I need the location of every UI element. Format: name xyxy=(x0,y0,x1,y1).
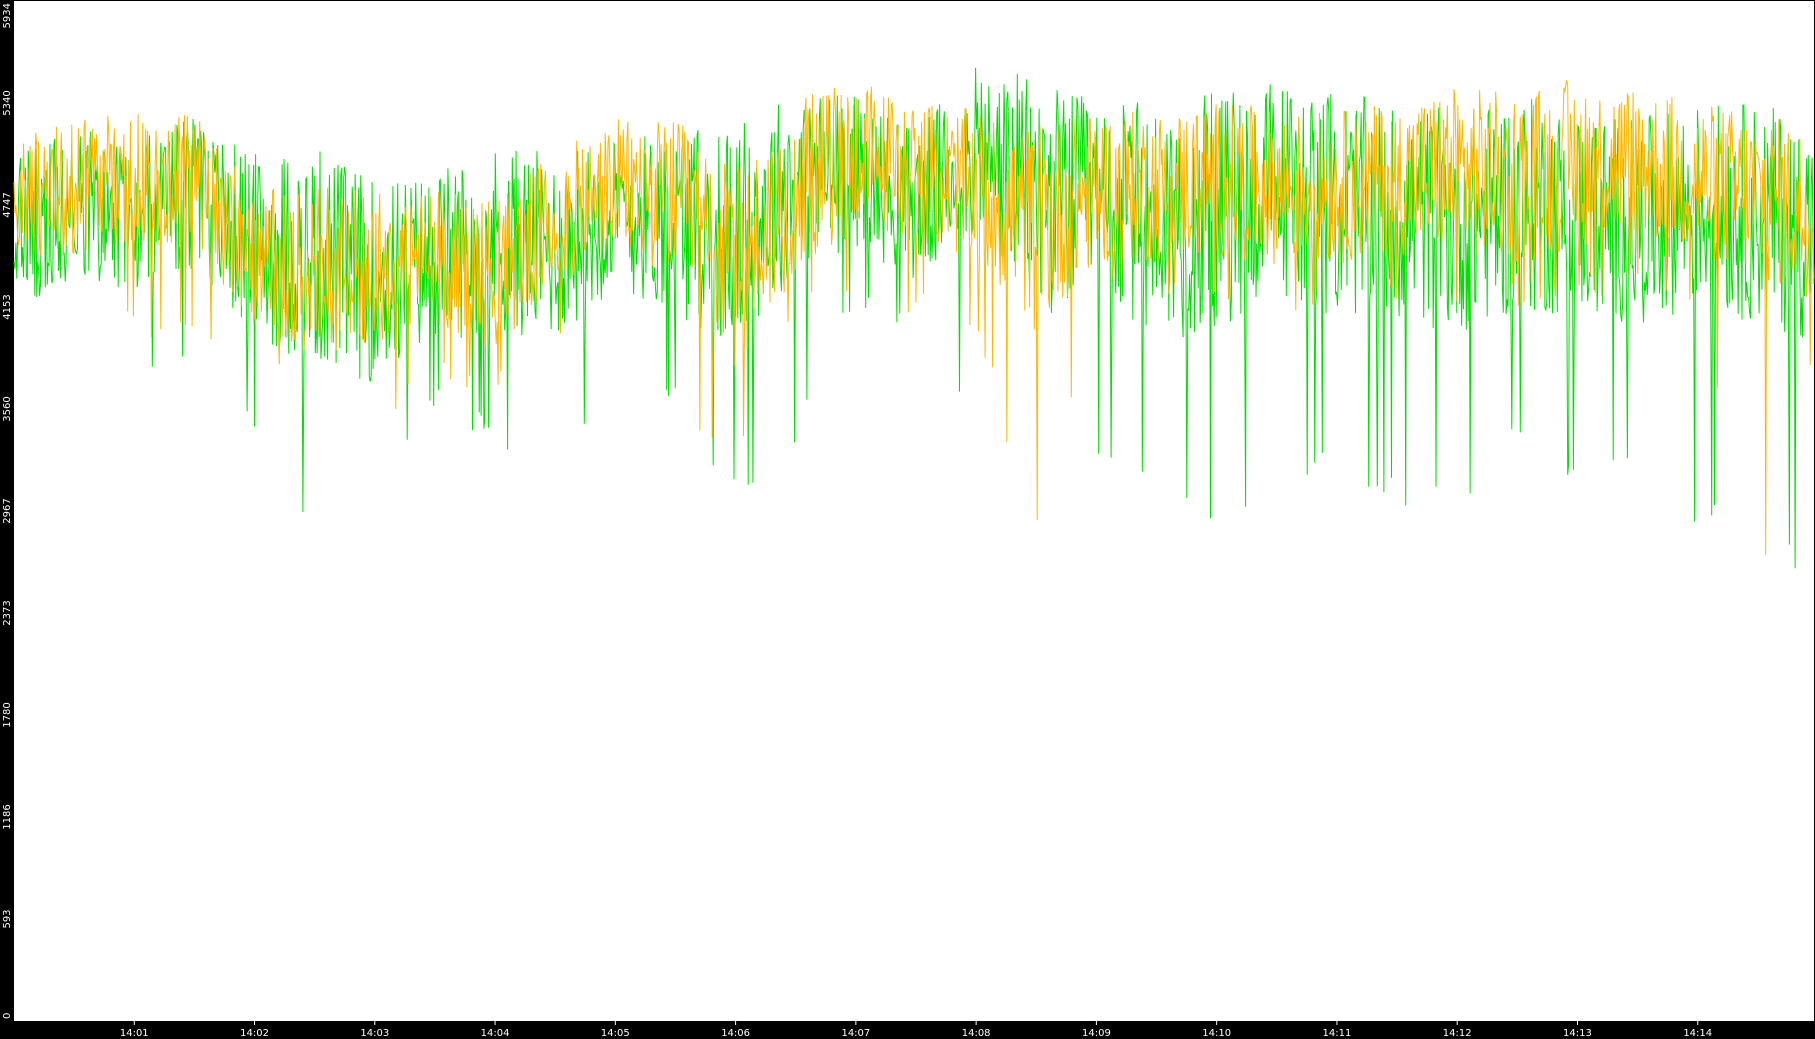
x-tick-label: 14:03 xyxy=(360,1028,389,1039)
y-tick-label: 5934 xyxy=(2,3,13,28)
chart: 0 593 1186 1780 2373 2967 3560 4153 4747 5340 5934… xyxy=(0,0,1815,1039)
x-tick-label: 14:07 xyxy=(841,1028,870,1039)
x-tick-label: 14:14 xyxy=(1683,1028,1712,1039)
y-tick-label: 1780 xyxy=(2,702,13,727)
x-tick-label: 14:05 xyxy=(601,1028,630,1039)
x-axis: 14:01 14:02 14:03 14:04 14:05 14:06 14:07 14:08… xyxy=(120,1021,1712,1039)
y-tick-label: 5340 xyxy=(2,90,13,115)
y-tick-label: 4153 xyxy=(2,294,13,319)
line-chart: 0 593 1186 1780 2373 2967 3560 4153 4747 5340 5934… xyxy=(2,1,1815,1039)
x-tick-label: 14:06 xyxy=(721,1028,750,1039)
y-tick-label: 593 xyxy=(2,909,13,928)
y-tick-label: 4747 xyxy=(2,192,13,217)
x-tick-label: 14:09 xyxy=(1082,1028,1111,1039)
x-tick-label: 14:13 xyxy=(1563,1028,1592,1039)
x-tick-label: 14:10 xyxy=(1202,1028,1231,1039)
x-tick-label: 14:04 xyxy=(481,1028,510,1039)
x-tick-label: 14:02 xyxy=(240,1028,269,1039)
y-tick-label: 0 xyxy=(2,1013,13,1019)
x-tick-label: 14:08 xyxy=(962,1028,991,1039)
y-tick-label: 2373 xyxy=(2,600,13,625)
y-tick-label: 1186 xyxy=(2,804,13,829)
x-tick-label: 14:12 xyxy=(1443,1028,1472,1039)
x-tick-label: 14:01 xyxy=(120,1028,149,1039)
x-tick-label: 14:11 xyxy=(1323,1028,1352,1039)
y-tick-label: 2967 xyxy=(2,498,13,523)
y-axis: 0 593 1186 1780 2373 2967 3560 4153 4747 5340 5934 xyxy=(2,3,13,1019)
y-tick-label: 3560 xyxy=(2,396,13,421)
